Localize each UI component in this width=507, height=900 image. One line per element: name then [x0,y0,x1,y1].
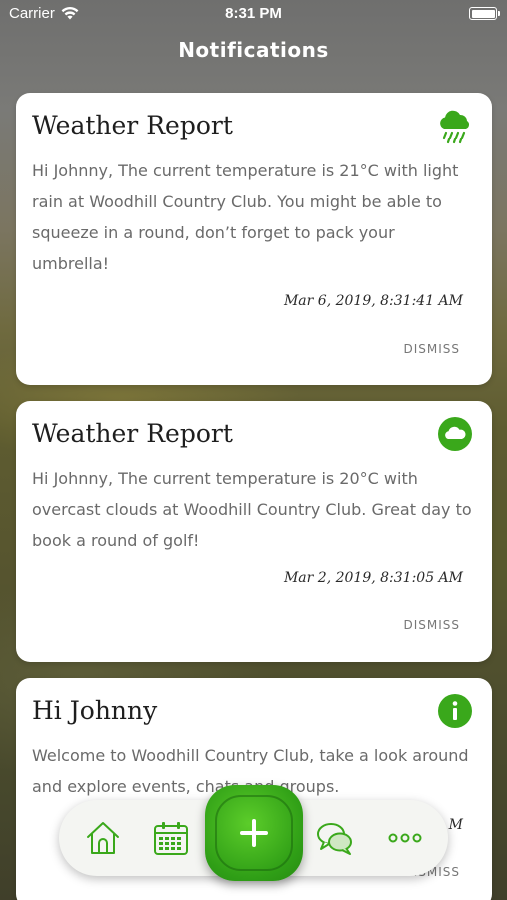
page-title: Notifications [178,38,329,62]
notification-title: Weather Report [32,111,233,140]
home-icon[interactable] [83,818,123,858]
notification-title: Hi Johnny [32,696,158,725]
chat-icon[interactable] [315,818,355,858]
notification-body: Hi Johnny, The current temperature is 21… [32,161,459,273]
status-time: 8:31 PM [225,5,282,22]
notification-date: Mar 6, 2019, 8:31:41 AM [283,293,463,309]
notification-card: Weather Report Hi Johnny, The current te… [16,401,492,662]
notification-title: Weather Report [32,419,233,448]
more-icon[interactable] [385,818,425,858]
notification-body: Hi Johnny, The current temperature is 20… [32,469,472,550]
notification-date: Mar 2, 2019, 8:31:05 AM [283,570,463,586]
dismiss-button[interactable]: DISMISS [403,618,460,632]
battery-icon [469,7,500,20]
info-icon [438,694,472,728]
rain-cloud-icon [440,110,470,144]
status-bar: Carrier 8:31 PM [0,0,507,28]
calendar-icon[interactable] [151,818,191,858]
plus-icon [240,819,268,847]
notification-date: M [448,817,463,833]
dismiss-button[interactable]: DISMISS [403,342,460,356]
add-button[interactable] [205,785,303,881]
cloud-icon [438,417,472,451]
notification-card: Weather Report Hi Johnny, The current te… [16,93,492,385]
